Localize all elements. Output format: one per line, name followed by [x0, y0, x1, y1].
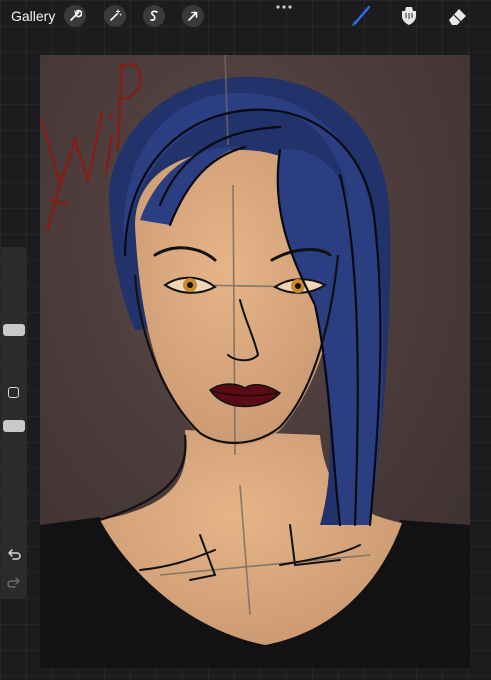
brush-size-slider[interactable]: [1, 257, 27, 369]
redo-icon[interactable]: [6, 574, 22, 590]
selection-icon[interactable]: [143, 5, 165, 27]
gallery-button[interactable]: Gallery: [11, 8, 55, 24]
brush-opacity-slider[interactable]: [1, 405, 27, 517]
transform-arrow-icon[interactable]: [182, 5, 204, 27]
magic-wand-icon[interactable]: [104, 5, 126, 27]
more-options-icon[interactable]: [275, 3, 293, 11]
top-toolbar: Gallery: [0, 0, 491, 32]
drawing-canvas[interactable]: [40, 55, 470, 668]
brush-icon[interactable]: [349, 4, 373, 28]
modify-button[interactable]: [8, 387, 19, 398]
sidebar: [1, 247, 27, 599]
brush-opacity-thumb[interactable]: [3, 420, 25, 432]
wrench-icon[interactable]: [64, 5, 86, 27]
smudge-icon[interactable]: [397, 4, 421, 28]
eraser-icon[interactable]: [445, 4, 469, 28]
brush-size-thumb[interactable]: [3, 324, 25, 336]
undo-icon[interactable]: [6, 546, 22, 562]
portrait-artwork: [40, 55, 470, 668]
